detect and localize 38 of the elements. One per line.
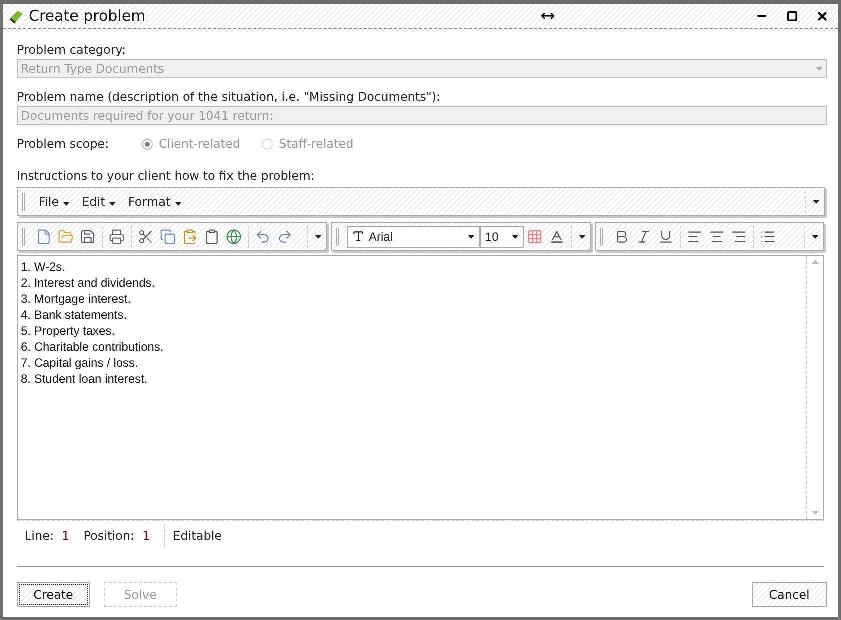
field-label: Problem scope: [17,137,110,151]
font-select[interactable]: Arial [347,226,480,248]
overflow-caret-icon[interactable] [579,234,586,238]
editor-line: 7. Capital gains / loss. [21,355,140,371]
editor-line: 2. Interest and dividends. [21,275,156,291]
editor-line: 5. Property taxes. [21,323,116,339]
caret-icon [174,202,182,206]
dialog-button[interactable]: Create [17,582,90,607]
menu-item[interactable]: Edit [76,194,122,208]
field-label: Problem name (description of the situation, i.e. "Missing Documents"): [17,90,442,104]
caret-icon [109,202,116,206]
field-label: Problem category: [17,43,128,57]
overflow-caret-icon[interactable] [315,234,322,238]
font-icon [352,230,365,243]
maximize-icon[interactable] [786,10,798,22]
editor-line: 6. Charitable contributions. [21,339,165,355]
caret-icon [816,66,823,70]
window-title: Create problem [29,7,147,25]
menu-item[interactable]: Format [122,194,188,208]
editor-line: 8. Student loan interest. [21,371,149,387]
caret-icon [468,234,476,238]
dialog-button[interactable]: Cancel [752,582,827,607]
overflow-caret-icon[interactable] [812,234,819,238]
size-select[interactable]: 10 [480,226,524,248]
overflow-caret-icon[interactable] [813,200,820,204]
menu-item[interactable]: File [33,194,76,208]
field-label: Instructions to your client how to fix the problem: [17,169,316,183]
editor-line: 4. Bank statements. [21,307,128,323]
editor-line: 3. Mortgage interest. [21,291,132,307]
status-label: Line: [25,528,54,542]
status-value: 1 [62,528,70,542]
status-value: 1 [142,528,150,542]
caret-icon [63,202,70,206]
editor-line: 1. W-2s. [21,259,66,275]
status-mode: Editable [173,528,222,542]
status-label: Position: [84,528,134,542]
close-icon[interactable] [816,10,828,22]
caret-icon [512,234,520,238]
